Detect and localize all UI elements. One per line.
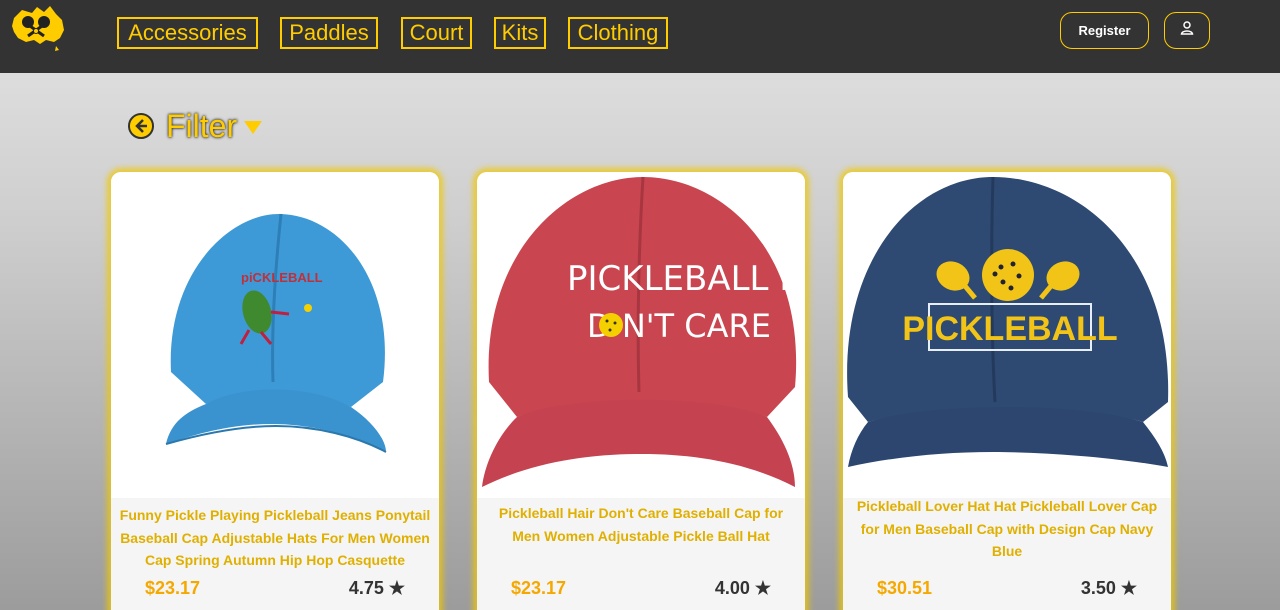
australia-pickleball-logo-icon[interactable] (10, 4, 66, 52)
cap-text-line1: PICKLEBALL HAIR (567, 259, 805, 299)
product-title[interactable]: Pickleball Lover Hat Hat Pickleball Love… (849, 495, 1165, 563)
product-price: $23.17 (511, 578, 567, 598)
svg-text:piCKLEBALL: piCKLEBALL (241, 270, 323, 285)
product-card[interactable]: PICKLEBALL Pickleball Lover Hat Hat Pick… (843, 172, 1171, 610)
nav-kits[interactable]: Kits (494, 17, 546, 49)
circle-arrow-icon (126, 109, 156, 144)
red-pickleball-hair-cap-image[interactable]: PICKLEBALL HAIR D N'T CARE (477, 172, 805, 498)
product-title[interactable]: Funny Pickle Playing Pickleball Jeans Po… (117, 504, 433, 572)
blue-pickle-cap-image[interactable]: piCKLEBALL (111, 172, 439, 498)
product-card[interactable]: piCKLEBALL Funny Pickle Playing Pickleba… (111, 172, 439, 610)
product-price: $30.51 (877, 578, 933, 598)
filter-toggle[interactable]: Filter (126, 104, 263, 148)
nav-paddles[interactable]: Paddles (280, 17, 378, 49)
nav-accessories[interactable]: Accessories (117, 17, 258, 49)
product-rating: 4.00 ★ (714, 578, 771, 598)
top-navigation-bar: Accessories Paddles Court Kits Clothing … (0, 0, 1280, 73)
product-price: $23.17 (145, 578, 201, 598)
product-card[interactable]: PICKLEBALL HAIR D N'T CARE Pickleball Ha… (477, 172, 805, 610)
filter-label: Filter (166, 107, 238, 144)
register-button[interactable]: Register (1060, 12, 1149, 49)
product-title[interactable]: Pickleball Hair Don't Care Baseball Cap … (483, 502, 799, 547)
navy-pickleball-cap-image[interactable]: PICKLEBALL (843, 172, 1171, 498)
caret-down-icon (243, 119, 263, 140)
product-rating: 3.50 ★ (1080, 578, 1137, 598)
product-rating: 4.75 ★ (348, 578, 405, 598)
user-icon (1179, 20, 1195, 41)
nav-court[interactable]: Court (401, 17, 472, 49)
user-account-button[interactable] (1164, 12, 1210, 49)
cap-text: PICKLEBALL (902, 310, 1117, 348)
nav-clothing[interactable]: Clothing (568, 17, 668, 49)
